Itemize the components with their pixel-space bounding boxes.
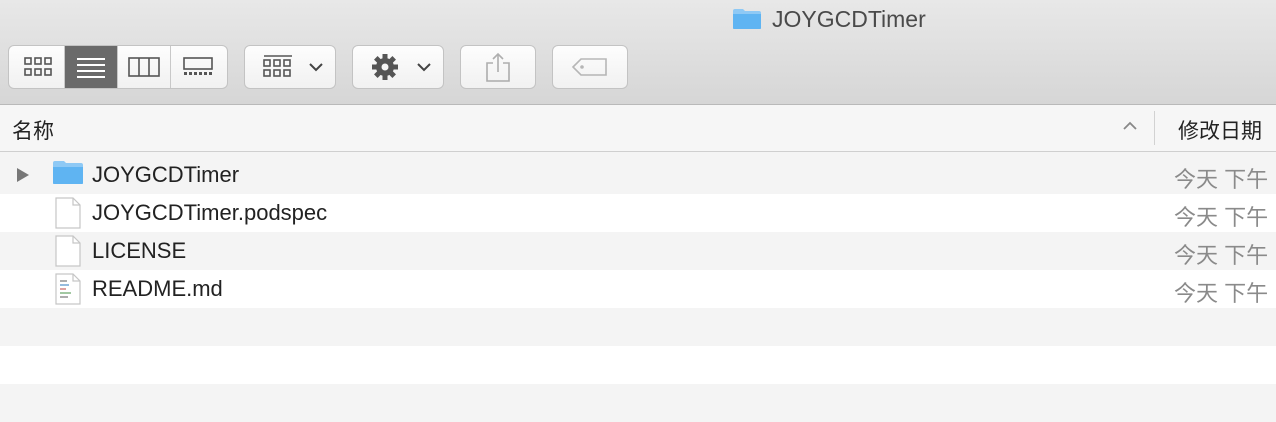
gallery-view-button[interactable]	[171, 46, 224, 88]
view-mode-control	[8, 45, 228, 89]
file-date: 今天 下午	[1174, 205, 1269, 230]
chevron-down-icon	[417, 62, 431, 71]
action-button[interactable]	[352, 45, 444, 89]
icon-view-button[interactable]	[12, 46, 65, 88]
file-name: LICENSE	[92, 238, 187, 263]
file-name: README.md	[92, 276, 223, 301]
folder-icon	[733, 9, 761, 29]
document-icon	[55, 235, 81, 267]
date-column-header[interactable]: 修改日期	[1178, 115, 1262, 145]
disclosure-triangle-icon[interactable]	[16, 167, 30, 183]
list-item[interactable]: README.md 今天 下午	[0, 270, 1276, 308]
group-grid-icon	[263, 55, 292, 77]
column-divider[interactable]	[1154, 111, 1155, 145]
file-name: JOYGCDTimer.podspec	[92, 200, 328, 225]
chevron-down-icon	[309, 62, 323, 71]
empty-row	[0, 346, 1276, 384]
name-column-header[interactable]: 名称	[12, 115, 54, 145]
document-icon	[55, 197, 81, 229]
list-item[interactable]: JOYGCDTimer.podspec 今天 下午	[0, 194, 1276, 232]
gallery-icon	[182, 57, 213, 75]
gear-icon	[372, 54, 398, 80]
column-header: 名称 修改日期	[0, 105, 1276, 152]
empty-row	[0, 384, 1276, 422]
file-date: 今天 下午	[1174, 281, 1269, 306]
file-list: JOYGCDTimer 今天 下午 JOYGCDTimer.podspec 今天…	[0, 156, 1276, 422]
tags-button[interactable]	[552, 45, 628, 89]
columns-icon	[128, 57, 160, 77]
list-item[interactable]: JOYGCDTimer 今天 下午	[0, 156, 1276, 194]
file-date: 今天 下午	[1174, 243, 1269, 268]
grid-icon	[24, 57, 52, 76]
sort-ascending-icon[interactable]	[1122, 120, 1138, 130]
list-icon	[77, 58, 105, 78]
text-document-icon	[55, 273, 81, 305]
share-button[interactable]	[460, 45, 536, 89]
file-name: JOYGCDTimer	[92, 162, 240, 187]
list-view-button[interactable]	[65, 46, 118, 88]
list-item[interactable]: LICENSE 今天 下午	[0, 232, 1276, 270]
window-title: JOYGCDTimer	[732, 4, 926, 34]
window-title-text: JOYGCDTimer	[772, 5, 926, 32]
empty-row	[0, 308, 1276, 346]
group-button[interactable]	[244, 45, 336, 89]
folder-icon	[53, 161, 83, 184]
tag-icon	[572, 58, 607, 76]
share-icon	[486, 52, 510, 82]
file-date: 今天 下午	[1174, 167, 1269, 192]
window-toolbar: JOYGCDTimer	[0, 0, 1276, 105]
column-view-button[interactable]	[118, 46, 171, 88]
